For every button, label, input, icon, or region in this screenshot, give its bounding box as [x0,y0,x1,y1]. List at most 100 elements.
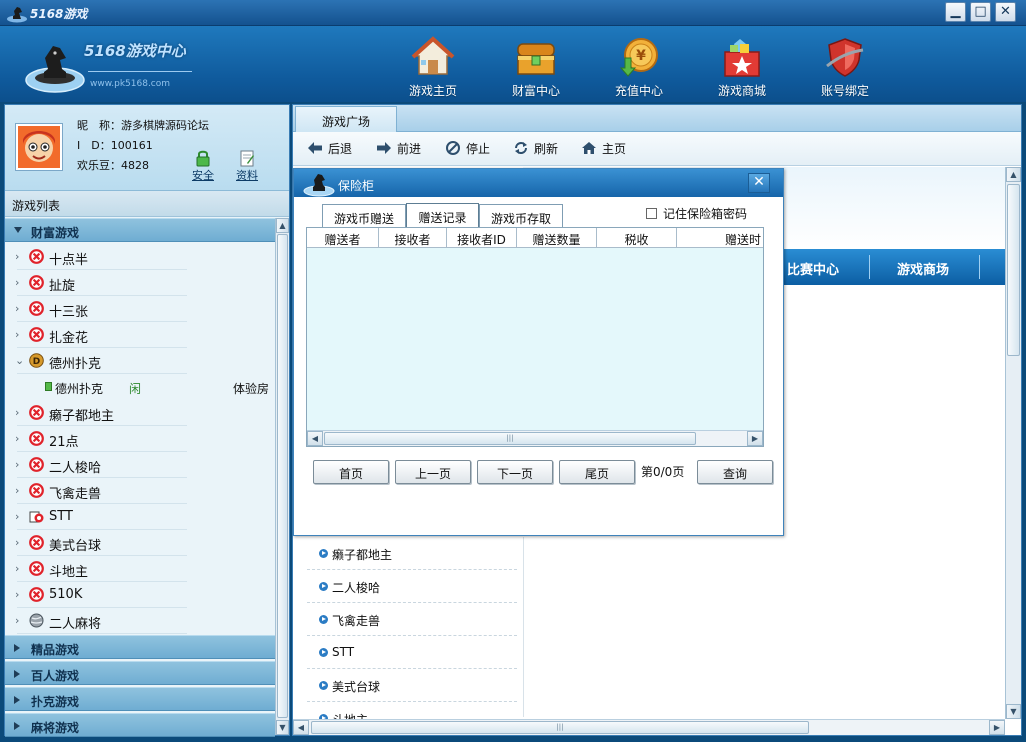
tab-gift-record[interactable]: 赠送记录 [406,203,479,229]
sub-game-link[interactable]: STT [307,636,517,669]
shield-icon [826,38,864,77]
tab-coin-gift[interactable]: 游戏币赠送 [322,204,406,228]
remember-label: 记住保险箱密码 [663,207,748,221]
dialog-titlebar[interactable]: 保险柜 ✕ [294,169,783,197]
scroll-left-icon[interactable]: ◀ [307,431,323,446]
game-item-laizi-landlord[interactable]: › 癞子都地主 [5,400,275,426]
column-header[interactable]: 赠送时 [677,228,763,248]
scroll-thumb[interactable]: ||| [324,432,696,445]
dialog-close-button[interactable]: ✕ [748,173,770,193]
sub-game-link[interactable]: 癞子都地主 [307,537,517,570]
content-vscrollbar[interactable]: ▲ ▼ [1005,167,1021,719]
chevron-right-icon[interactable]: › [15,484,19,497]
game-item-two-player-stud[interactable]: › 二人梭哈 [5,452,275,478]
query-button[interactable]: 查询 [697,460,773,484]
game-item-birds-beasts[interactable]: › 飞禽走兽 [5,478,275,504]
game-item-blackjack[interactable]: › 21点 [5,426,275,452]
scroll-thumb[interactable]: ||| [311,721,809,734]
scroll-left-icon[interactable]: ◀ [293,720,309,735]
refresh-button[interactable]: 刷新 [513,140,558,157]
home-button[interactable]: 主页 [581,140,626,157]
next-page-button[interactable]: 下一页 [477,460,553,484]
scroll-thumb[interactable] [1007,184,1020,356]
category-mahjong-games[interactable]: 麻将游戏 [5,713,275,737]
minimize-button[interactable]: ▁ [945,2,966,22]
game-item-zhajinhua[interactable]: › 扎金花 [5,322,275,348]
scroll-right-icon[interactable]: ▶ [989,720,1005,735]
nav-game-mall[interactable]: 游戏商城 [702,36,782,100]
nav-recharge-center[interactable]: ¥ 充值中心 [599,36,679,100]
chevron-right-icon[interactable]: › [15,432,19,445]
column-header[interactable]: 接收者ID [447,228,517,248]
chevron-right-icon[interactable]: › [15,510,19,523]
tab-game-plaza[interactable]: 游戏广场 [295,106,397,132]
chevron-right-icon[interactable]: › [15,536,19,549]
tab-coin-deposit[interactable]: 游戏币存取 [479,204,563,228]
scroll-up-icon[interactable]: ▲ [1006,167,1021,182]
nav-match-center[interactable]: 比赛中心 [787,259,839,278]
table-hscrollbar[interactable]: ◀ ||| ▶ [307,430,763,446]
chevron-right-icon[interactable]: › [15,276,19,289]
first-page-button[interactable]: 首页 [313,460,389,484]
profile-button[interactable]: 资料 [229,149,265,183]
category-wealth-games[interactable]: 财富游戏 [5,218,275,242]
forward-button[interactable]: 前进 [376,140,421,157]
game-item-two-player-mahjong[interactable]: › 二人麻将 [5,608,275,634]
room-item-texas-holdem[interactable]: 德州扑克 闲 体验房 [5,374,275,400]
checkbox-icon[interactable] [646,208,657,219]
chevron-right-icon[interactable]: › [15,328,19,341]
back-button[interactable]: 后退 [307,140,352,157]
chevron-right-icon[interactable]: › [15,406,19,419]
column-header[interactable]: 税收 [597,228,677,248]
sub-game-link[interactable]: 美式台球 [307,669,517,702]
security-button[interactable]: 安全 [185,149,221,183]
chevron-right-icon[interactable]: › [15,458,19,471]
stt-game-icon [29,511,44,523]
game-item-billiards[interactable]: › 美式台球 [5,530,275,556]
game-item-ten-half[interactable]: › 十点半 [5,244,275,270]
stop-icon [446,141,460,155]
avatar[interactable] [15,123,63,171]
game-name: 德州扑克 [49,357,102,372]
column-header[interactable]: 赠送数量 [517,228,597,248]
scroll-up-icon[interactable]: ▲ [276,218,289,233]
scroll-down-icon[interactable]: ▼ [276,720,289,735]
game-item-landlord[interactable]: › 斗地主 [5,556,275,582]
category-hundred-games[interactable]: 百人游戏 [5,661,275,685]
column-header[interactable]: 接收者 [379,228,447,248]
chevron-right-icon[interactable]: › [15,614,19,627]
category-poker-games[interactable]: 扑克游戏 [5,687,275,711]
treasure-chest-icon [517,43,555,75]
nav-game-home[interactable]: 游戏主页 [393,36,473,100]
category-premium-games[interactable]: 精品游戏 [5,635,275,659]
game-item-chexuan[interactable]: › 扯旋 [5,270,275,296]
close-button[interactable]: ✕ [995,2,1016,22]
game-item-stt[interactable]: › STT [5,504,275,530]
scroll-right-icon[interactable]: ▶ [747,431,763,446]
chevron-right-icon[interactable]: › [15,250,19,263]
remember-password-checkbox[interactable]: 记住保险箱密码 [646,205,747,222]
chevron-right-icon[interactable]: › [15,562,19,575]
game-item-thirteen[interactable]: › 十三张 [5,296,275,322]
scroll-down-icon[interactable]: ▼ [1006,704,1021,719]
maximize-button[interactable]: □ [970,2,991,22]
nav-account-binding[interactable]: 账号绑定 [805,36,885,100]
column-header[interactable]: 赠送者 [307,228,379,248]
last-page-button[interactable]: 尾页 [559,460,635,484]
game-item-510k[interactable]: › 510K [5,582,275,608]
chevron-down-icon[interactable]: ⌄ [15,354,24,367]
beans-label: 欢乐豆： [77,159,121,172]
game-name: 21点 [49,435,79,450]
sub-game-link[interactable]: 二人梭哈 [307,570,517,603]
prev-page-button[interactable]: 上一页 [395,460,471,484]
stop-button[interactable]: 停止 [445,140,490,157]
scroll-thumb[interactable] [277,234,288,718]
game-list-scrollbar[interactable]: ▲ ▼ [275,218,289,735]
nav-wealth-center[interactable]: 财富中心 [496,36,576,100]
chevron-right-icon[interactable]: › [15,302,19,315]
game-item-texas-holdem[interactable]: ⌄ D 德州扑克 [5,348,275,374]
chevron-right-icon[interactable]: › [15,588,19,601]
sub-game-link[interactable]: 飞禽走兽 [307,603,517,636]
content-hscrollbar[interactable]: ◀ ||| ▶ [293,719,1005,735]
nav-game-store[interactable]: 游戏商场 [897,259,949,278]
